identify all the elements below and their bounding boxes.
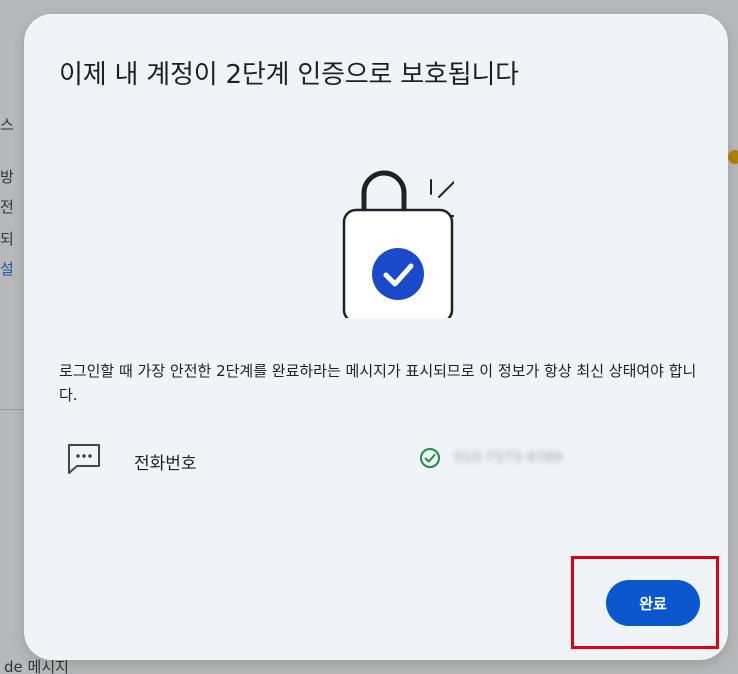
sms-icon [68, 444, 100, 474]
check-circle-icon [420, 448, 440, 468]
dialog-title: 이제 내 계정이 2단계 인증으로 보호됩니다 [59, 60, 519, 90]
phone-number-value: 010-7573-4789 [454, 450, 563, 466]
dialog-description: 로그인할 때 가장 안전한 2단계를 완료하라는 메시지가 표시되므로 이 정보… [59, 362, 697, 404]
phone-method-row: 전화번호 010-7573-4789 [59, 439, 699, 479]
highlight-box [571, 556, 719, 649]
lock-illustration [342, 170, 454, 318]
phone-method-label: 전화번호 [134, 454, 197, 474]
